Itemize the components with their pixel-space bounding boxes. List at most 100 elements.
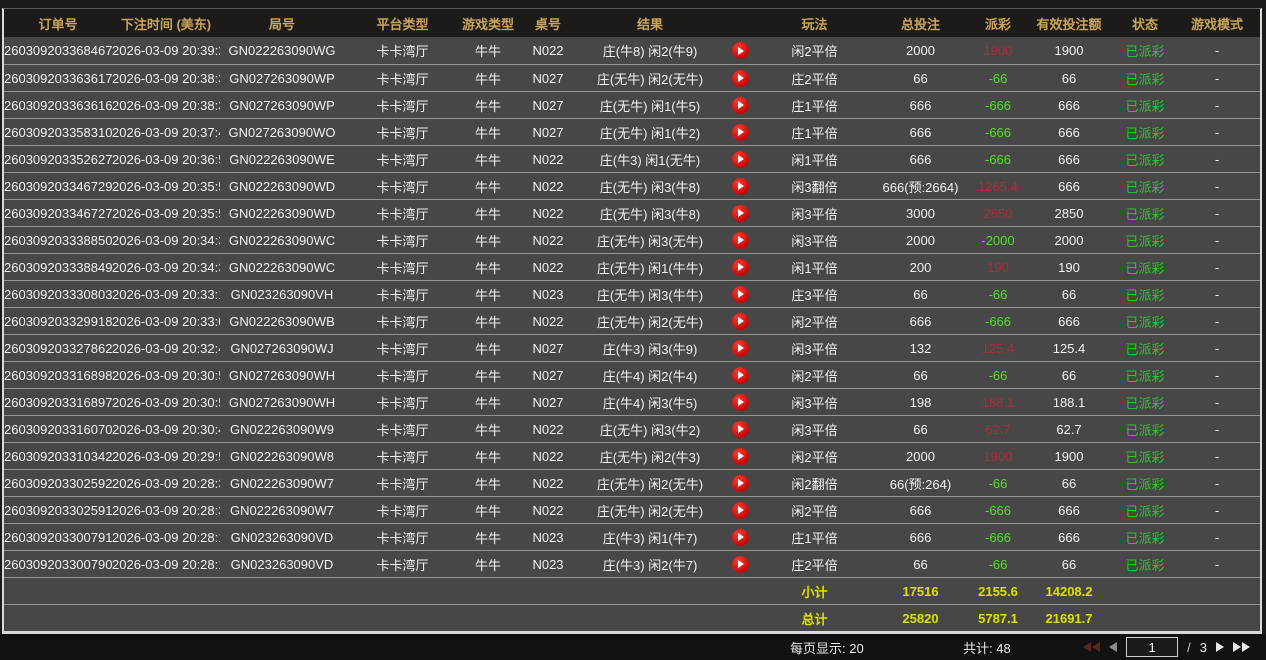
- play-icon-cell: [719, 528, 762, 545]
- game-type-cell: 牛牛: [461, 123, 515, 142]
- page-input[interactable]: [1126, 637, 1178, 657]
- result-cell: 庄(无牛) 闲1(牛牛): [581, 258, 719, 277]
- table-row: 2603092033467292026-03-09 20:35:53GN0222…: [4, 172, 1260, 199]
- play-icon-cell: [719, 150, 762, 167]
- play-icon[interactable]: [732, 529, 749, 546]
- valid-bet-cell: 66: [1022, 476, 1116, 491]
- time-cell: 2026-03-09 20:30:57: [112, 368, 220, 383]
- play-triangle-icon: [738, 263, 744, 271]
- result-cell: 庄(牛3) 闲2(牛7): [581, 555, 719, 574]
- play-type-cell: 闲2平倍: [762, 501, 867, 520]
- play-icon[interactable]: [732, 232, 749, 249]
- platform-cell: 卡卡湾厅: [344, 123, 461, 142]
- payout-cell: -666: [974, 314, 1022, 329]
- table-header-row: 订单号下注时间 (美东)局号平台类型游戏类型桌号结果玩法总投注派彩有效投注额状态…: [4, 9, 1260, 37]
- play-type-cell: 庄1平倍: [762, 96, 867, 115]
- play-icon[interactable]: [732, 42, 749, 59]
- play-icon[interactable]: [732, 97, 749, 114]
- valid-bet-cell: 66: [1022, 287, 1116, 302]
- table-row: 2603092033025922026-03-09 20:28:31GN0222…: [4, 469, 1260, 496]
- table-row: 2603092033583102026-03-09 20:37:46GN0272…: [4, 118, 1260, 145]
- game-type-cell: 牛牛: [461, 393, 515, 412]
- game-mode-cell: -: [1174, 206, 1260, 221]
- total-bet-cell: 132: [867, 341, 974, 356]
- play-icon[interactable]: [732, 70, 749, 87]
- game-mode-cell: -: [1174, 557, 1260, 572]
- platform-cell: 卡卡湾厅: [344, 258, 461, 277]
- status-cell: 已派彩: [1116, 96, 1174, 115]
- play-type-cell: 闲2平倍: [762, 41, 867, 60]
- play-icon[interactable]: [732, 259, 749, 276]
- column-header: 桌号: [515, 14, 581, 33]
- game-type-cell: 牛牛: [461, 177, 515, 196]
- column-header: 派彩: [974, 14, 1022, 33]
- next-page-icon[interactable]: [1216, 642, 1224, 652]
- first-page-icon[interactable]: [1083, 642, 1100, 652]
- play-icon[interactable]: [732, 340, 749, 357]
- game-type-cell: 牛牛: [461, 231, 515, 250]
- order-cell: 260309203302592: [4, 476, 112, 491]
- table-no-cell: N027: [515, 125, 581, 140]
- status-cell: 已派彩: [1116, 231, 1174, 250]
- play-triangle-icon: [738, 344, 744, 352]
- play-icon[interactable]: [732, 205, 749, 222]
- time-cell: 2026-03-09 20:36:51: [112, 152, 220, 167]
- platform-cell: 卡卡湾厅: [344, 528, 461, 547]
- round-cell: GN023263090VD: [220, 557, 344, 572]
- time-cell: 2026-03-09 20:30:46: [112, 422, 220, 437]
- subtotal-payout: 2155.6: [974, 584, 1022, 599]
- payout-cell: 188.1: [974, 395, 1022, 410]
- round-cell: GN027263090WP: [220, 71, 344, 86]
- platform-cell: 卡卡湾厅: [344, 285, 461, 304]
- play-icon[interactable]: [732, 502, 749, 519]
- play-icon[interactable]: [732, 421, 749, 438]
- column-header: 总投注: [867, 14, 974, 33]
- order-cell: 260309203316070: [4, 422, 112, 437]
- time-cell: 2026-03-09 20:28:16: [112, 530, 220, 545]
- column-header: 有效投注额: [1022, 14, 1116, 33]
- play-triangle-icon: [738, 209, 744, 217]
- total-bet-cell: 666: [867, 530, 974, 545]
- subtotal-row: 小计 17516 2155.6 14208.2: [4, 577, 1260, 604]
- game-mode-cell: -: [1174, 179, 1260, 194]
- game-mode-cell: -: [1174, 476, 1260, 491]
- game-mode-cell: -: [1174, 233, 1260, 248]
- game-mode-cell: -: [1174, 314, 1260, 329]
- play-icon-cell: [719, 474, 762, 491]
- status-cell: 已派彩: [1116, 69, 1174, 88]
- play-icon[interactable]: [732, 394, 749, 411]
- game-type-cell: 牛牛: [461, 285, 515, 304]
- play-icon[interactable]: [732, 313, 749, 330]
- play-type-cell: 闲3平倍: [762, 204, 867, 223]
- time-cell: 2026-03-09 20:35:53: [112, 179, 220, 194]
- play-icon-cell: [719, 258, 762, 275]
- play-icon[interactable]: [732, 178, 749, 195]
- valid-bet-cell: 2850: [1022, 206, 1116, 221]
- play-icon[interactable]: [732, 556, 749, 573]
- game-type-cell: 牛牛: [461, 150, 515, 169]
- play-triangle-icon: [738, 371, 744, 379]
- play-icon[interactable]: [732, 448, 749, 465]
- play-icon[interactable]: [732, 475, 749, 492]
- platform-cell: 卡卡湾厅: [344, 69, 461, 88]
- play-icon[interactable]: [732, 124, 749, 141]
- round-cell: GN027263090WJ: [220, 341, 344, 356]
- payout-cell: -666: [974, 152, 1022, 167]
- total-bet-cell: 666: [867, 125, 974, 140]
- play-icon[interactable]: [732, 367, 749, 384]
- valid-bet-cell: 188.1: [1022, 395, 1116, 410]
- last-page-icon[interactable]: [1233, 642, 1250, 652]
- play-type-cell: 闲2翻倍: [762, 474, 867, 493]
- game-mode-cell: -: [1174, 368, 1260, 383]
- game-type-cell: 牛牛: [461, 366, 515, 385]
- game-mode-cell: -: [1174, 449, 1260, 464]
- play-icon[interactable]: [732, 286, 749, 303]
- total-valid-bet: 21691.7: [1022, 611, 1116, 626]
- prev-page-icon[interactable]: [1109, 642, 1117, 652]
- total-bet-cell: 666(预:2664): [867, 177, 974, 196]
- play-type-cell: 闲3平倍: [762, 393, 867, 412]
- platform-cell: 卡卡湾厅: [344, 312, 461, 331]
- play-icon-cell: [719, 231, 762, 248]
- play-icon[interactable]: [732, 151, 749, 168]
- result-cell: 庄(无牛) 闲3(牛8): [581, 204, 719, 223]
